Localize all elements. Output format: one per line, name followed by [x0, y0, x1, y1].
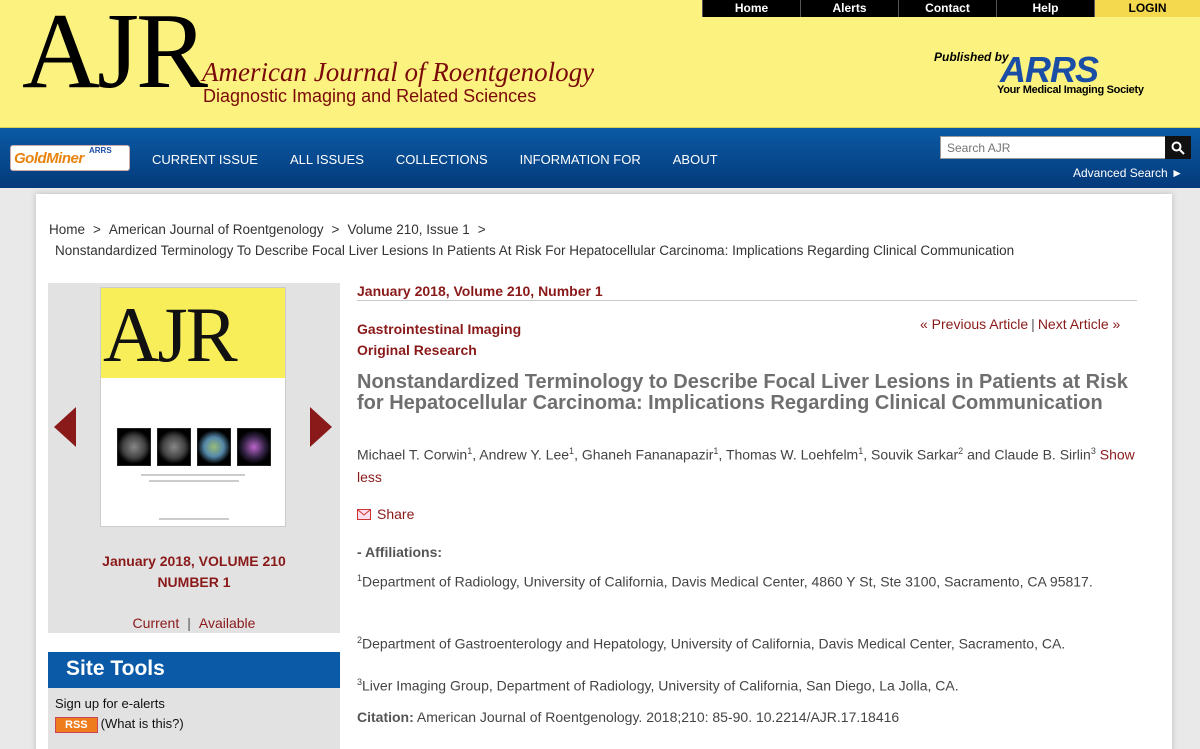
content-area: Home > American Journal of Roentgenology > V… [0, 188, 1200, 749]
cover-issue-date: January 2018, VOLUME 210 NUMBER 1 [48, 551, 340, 593]
nav-information-for[interactable]: INFORMATION FOR [520, 152, 641, 167]
nav-about[interactable]: ABOUT [673, 152, 718, 167]
share-label: Share [377, 506, 415, 522]
cover-date-line2: NUMBER 1 [157, 574, 231, 590]
author-name[interactable]: Andrew Y. Lee [479, 447, 569, 463]
breadcrumb-separator: > [477, 222, 486, 237]
author-name[interactable]: Souvik Sarkar [871, 447, 958, 463]
published-by-label: Published by [934, 50, 1009, 64]
arrs-tagline: Your Medical Imaging Society [997, 84, 1144, 96]
affiliation-text: Department of Gastroenterology and Hepat… [362, 635, 1066, 652]
breadcrumb-journal[interactable]: American Journal of Roentgenology [109, 222, 324, 237]
search-button[interactable] [1165, 136, 1191, 159]
site-header: AJR American Journal of Roentgenology Di… [0, 0, 1200, 128]
author-separator: , [574, 446, 582, 463]
breadcrumb-volume[interactable]: Volume 210, Issue 1 [347, 222, 469, 237]
breadcrumb: Home > American Journal of Roentgenology > V… [49, 222, 494, 237]
article-category: Gastrointestinal Imaging Original Resear… [357, 319, 521, 361]
article-pagination: « Previous Article | Next Article » [920, 316, 1120, 332]
top-nav-contact[interactable]: Contact [898, 0, 996, 17]
goldminer-text: GoldMiner [14, 150, 84, 167]
link-separator: | [187, 615, 191, 631]
current-issue-link[interactable]: Current [133, 615, 180, 631]
breadcrumb-current-article: Nonstandardized Terminology To Describe … [55, 243, 1015, 258]
citation: Citation: American Journal of Roentgenol… [357, 709, 899, 725]
rss-row: RSS (What is this?) [55, 716, 184, 733]
rss-help-link[interactable]: (What is this?) [101, 716, 184, 731]
ajr-logo[interactable]: AJR [22, 0, 208, 106]
cover-scans [117, 428, 271, 466]
citation-text: American Journal of Roentgenology. 2018;… [416, 709, 900, 725]
login-button[interactable]: LOGIN [1094, 0, 1200, 17]
nav-current-issue[interactable]: CURRENT ISSUE [152, 152, 258, 167]
article-section[interactable]: Gastrointestinal Imaging [357, 319, 521, 340]
author-name[interactable]: Thomas W. Loehfelm [726, 447, 858, 463]
author-separator: and [963, 446, 995, 463]
affiliations-heading[interactable]: - Affiliations: [357, 544, 442, 560]
affiliation-item: 2Department of Gastroenterology and Hepa… [357, 630, 1137, 655]
search-input[interactable] [940, 136, 1166, 159]
cover-logo: AJR [103, 291, 238, 378]
site-tools-title: Site Tools [48, 652, 340, 688]
journal-subtitle: Diagnostic Imaging and Related Sciences [203, 86, 537, 106]
envelope-icon [357, 508, 371, 520]
main-nav-menu: CURRENT ISSUE ALL ISSUES COLLECTIONS INF… [152, 152, 750, 167]
divider [357, 300, 1137, 301]
article-title: Nonstandardized Terminology to Describe … [357, 371, 1128, 414]
share-button[interactable]: Share [357, 506, 414, 522]
nav-all-issues[interactable]: ALL ISSUES [290, 152, 364, 167]
pagination-separator: | [1031, 316, 1035, 332]
article-type[interactable]: Original Research [357, 340, 521, 361]
advanced-search-link[interactable]: Advanced Search ► [1073, 166, 1183, 180]
top-nav-help[interactable]: Help [996, 0, 1094, 17]
nav-collections[interactable]: COLLECTIONS [396, 152, 488, 167]
search-icon [1171, 141, 1185, 155]
cover-date-line1: January 2018, VOLUME 210 [102, 553, 286, 569]
goldminer-logo[interactable]: GoldMiner ARRS [10, 145, 130, 171]
top-nav-alerts[interactable]: Alerts [800, 0, 898, 17]
affiliation-text: Department of Radiology, University of C… [362, 573, 1093, 590]
goldminer-arrs-badge: ARRS [89, 146, 112, 155]
author-name[interactable]: Michael T. Corwin [357, 447, 467, 463]
issue-cover-panel: AJR January 2018, VOLUME 210 NUMBER 1 Cu… [48, 283, 340, 633]
next-article-link[interactable]: Next Article » [1038, 316, 1120, 332]
rss-badge[interactable]: RSS [55, 717, 98, 733]
issue-line[interactable]: January 2018, Volume 210, Number 1 [357, 283, 603, 299]
main-navbar: GoldMiner ARRS CURRENT ISSUE ALL ISSUES … [0, 128, 1200, 188]
email-alerts-link[interactable]: Sign up for e-alerts [55, 696, 165, 711]
author-separator: , [718, 446, 726, 463]
next-issue-arrow-icon[interactable] [310, 407, 332, 447]
cover-image[interactable]: AJR [100, 287, 286, 527]
cover-links: Current | Available [48, 615, 340, 631]
breadcrumb-home[interactable]: Home [49, 222, 85, 237]
author-name[interactable]: Claude B. Sirlin [994, 447, 1091, 463]
journal-name: American Journal of Roentgenology [202, 57, 595, 87]
available-issues-link[interactable]: Available [199, 615, 256, 631]
affiliation-item: 1Department of Radiology, University of … [357, 568, 1137, 593]
affiliation-item: 3Liver Imaging Group, Department of Radi… [357, 672, 1137, 697]
breadcrumb-separator: > [93, 222, 101, 237]
arrs-logo[interactable]: ARRS [1000, 52, 1099, 88]
breadcrumb-separator: > [331, 222, 340, 237]
previous-issue-arrow-icon[interactable] [54, 407, 76, 447]
author-list: Michael T. Corwin1, Andrew Y. Lee1, Ghan… [357, 440, 1147, 488]
top-nav-home[interactable]: Home [702, 0, 800, 17]
citation-label: Citation: [357, 709, 414, 725]
author-name[interactable]: Ghaneh Fananapazir [582, 447, 714, 463]
author-separator: , [863, 446, 872, 463]
affiliation-text: Liver Imaging Group, Department of Radio… [362, 677, 959, 694]
top-nav: Home Alerts Contact Help LOGIN [702, 0, 1200, 17]
previous-article-link[interactable]: « Previous Article [920, 316, 1028, 332]
site-tools-panel: Site Tools Sign up for e-alerts RSS (What… [48, 652, 340, 749]
